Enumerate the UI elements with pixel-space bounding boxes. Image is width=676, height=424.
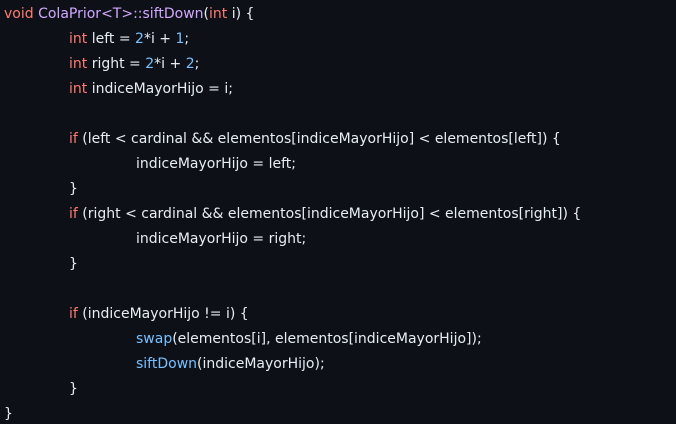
code-line: } (4, 177, 676, 202)
code-token: } (69, 256, 78, 272)
code-token: (indiceMayorHijo != i) { (77, 306, 249, 322)
keyword-token: int (209, 6, 228, 22)
code-line: if (right < cardinal && elementos[indice… (4, 202, 676, 227)
code-line: if (left < cardinal && elementos[indiceM… (4, 127, 676, 152)
code-token: } (69, 181, 78, 197)
code-token: indiceMayorHijo = right; (136, 231, 307, 247)
number-token: 2 (145, 56, 155, 72)
code-token: } (4, 406, 13, 422)
code-token: (indiceMayorHijo); (197, 356, 325, 372)
function-call-token: swap (136, 331, 173, 347)
code-token: left = (87, 31, 136, 47)
code-token: i) { (227, 6, 255, 22)
code-token: ; (184, 31, 190, 47)
code-token: right = (87, 56, 146, 72)
code-token: *i + (154, 56, 186, 72)
code-line: indiceMayorHijo = right; (4, 227, 676, 252)
keyword-token: int (69, 56, 88, 72)
code-line: } (4, 402, 676, 424)
code-token: } (69, 381, 78, 397)
code-line: int indiceMayorHijo = i; (4, 77, 676, 102)
code-line: int right = 2*i + 2; (4, 52, 676, 77)
code-token: (right < cardinal && elementos[indiceMay… (77, 206, 582, 222)
code-line: indiceMayorHijo = left; (4, 152, 676, 177)
code-line: } (4, 377, 676, 402)
code-token: (left < cardinal && elementos[indiceMayo… (77, 131, 561, 147)
keyword-token: if (69, 131, 78, 147)
code-token: (elementos[i], elementos[indiceMayorHijo… (172, 331, 482, 347)
keyword-token: int (69, 81, 88, 97)
keyword-token: if (69, 306, 78, 322)
number-token: 2 (185, 56, 195, 72)
code-token: indiceMayorHijo = i; (87, 81, 233, 97)
code-line: int left = 2*i + 1; (4, 27, 676, 52)
keyword-token: int (69, 31, 88, 47)
code-token: *i + (143, 31, 176, 47)
code-line: void ColaPrior<T>::siftDown(int i) { (4, 2, 676, 27)
code-line: if (indiceMayorHijo != i) { (4, 302, 676, 327)
code-line: } (4, 252, 676, 277)
number-token: 2 (135, 31, 144, 47)
keyword-token: void (4, 6, 34, 22)
function-name-token: ColaPrior<T>::siftDown (38, 6, 204, 22)
code-token: indiceMayorHijo = left; (136, 156, 297, 172)
code-viewer: void ColaPrior<T>::siftDown(int i) {int … (0, 0, 676, 424)
code-line: swap(elementos[i], elementos[indiceMayor… (4, 327, 676, 352)
code-token: ; (194, 56, 200, 72)
keyword-token: if (69, 206, 78, 222)
function-call-token: siftDown (136, 356, 198, 372)
code-line: siftDown(indiceMayorHijo); (4, 352, 676, 377)
